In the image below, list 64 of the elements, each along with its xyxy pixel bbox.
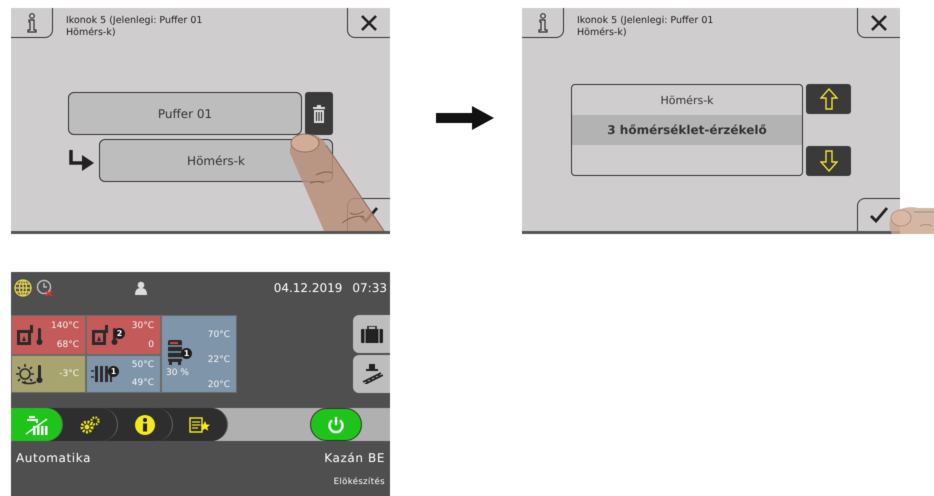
- info-icon: [26, 12, 38, 32]
- delete-button[interactable]: [305, 92, 333, 135]
- temperature-value: 50°C: [132, 360, 154, 370]
- timer-off-icon: [36, 278, 54, 296]
- radiator-tap-icon: [24, 414, 48, 436]
- info-icon: [135, 414, 155, 434]
- status-label: Kazán BE: [324, 451, 385, 465]
- up-button[interactable]: [806, 84, 851, 114]
- close-button[interactable]: [857, 8, 900, 38]
- badge: 1: [108, 366, 119, 377]
- buffer-tile[interactable]: 1 30 % 70°C 22°C 20°C: [161, 315, 237, 393]
- list-item[interactable]: Puffer 01: [68, 92, 302, 135]
- gears-icon: [80, 416, 100, 434]
- date-text: 04.12.2019: [274, 280, 342, 294]
- ladder-hat-icon: [360, 364, 382, 384]
- suitcase-button[interactable]: [353, 315, 390, 353]
- temperature-value: 70°C: [208, 330, 230, 340]
- temperature-value: 68°C: [56, 340, 79, 350]
- list-option[interactable]: Hömérs-k: [572, 85, 802, 115]
- badge: 1: [181, 348, 192, 359]
- dialog-title: Hömérs-k): [66, 27, 117, 39]
- temperature-value: -3°C: [59, 369, 79, 379]
- nav-tab[interactable]: [11, 408, 63, 441]
- down-button[interactable]: [806, 146, 851, 176]
- user-icon: [135, 280, 147, 294]
- power-button[interactable]: [310, 408, 362, 441]
- arrow-up-icon: [820, 88, 838, 110]
- dialog-title: Ikonok 5 (Jelenlegi: Puffer 01: [66, 15, 204, 27]
- list-option[interactable]: 3 hőmérséklet-érzékelő: [572, 115, 802, 145]
- mode-label: Automatika: [16, 451, 92, 465]
- info-button[interactable]: [11, 8, 53, 38]
- globe-icon: [14, 278, 32, 296]
- temperature-value: 140°C: [51, 320, 79, 330]
- boiler-icon: [16, 324, 44, 346]
- temperature-value: 20°C: [208, 380, 230, 390]
- suitcase-icon: [360, 326, 382, 342]
- badge: 2: [114, 328, 125, 339]
- info-button[interactable]: [522, 8, 564, 38]
- arrow-icon: [68, 150, 95, 172]
- temperature-value: 22°C: [208, 354, 230, 365]
- arrow-icon: [436, 106, 494, 130]
- status-tile[interactable]: 2 30°C 0: [86, 315, 161, 355]
- dialog-title: Ikonok 5 (Jelenlegi: Puffer 01: [577, 15, 714, 27]
- close-icon: [870, 14, 888, 32]
- sub-status-label: Elökészítés: [334, 477, 385, 487]
- note-star-icon: [189, 416, 211, 432]
- info-icon: [536, 12, 548, 32]
- trash-icon: [313, 104, 325, 122]
- chimney-sweep-button[interactable]: [353, 355, 390, 393]
- boiler-icon: [91, 324, 119, 346]
- temperature-value: 0: [148, 340, 154, 350]
- status-tile[interactable]: 140°C 68°C: [11, 315, 86, 355]
- status-tile[interactable]: 1 50°C 49°C: [86, 355, 161, 393]
- check-icon: [870, 207, 888, 223]
- arrow-down-icon: [820, 150, 838, 172]
- percent-value: 30 %: [166, 368, 190, 378]
- time-text: 07:33: [352, 280, 387, 294]
- close-button[interactable]: [347, 8, 390, 38]
- dialog-title: Hömérs-k): [577, 27, 628, 39]
- close-icon: [360, 14, 378, 32]
- temperature-value: 49°C: [132, 378, 154, 388]
- radiator-icon: [91, 364, 113, 384]
- power-icon: [327, 416, 345, 434]
- temperature-value: 30°C: [132, 320, 154, 330]
